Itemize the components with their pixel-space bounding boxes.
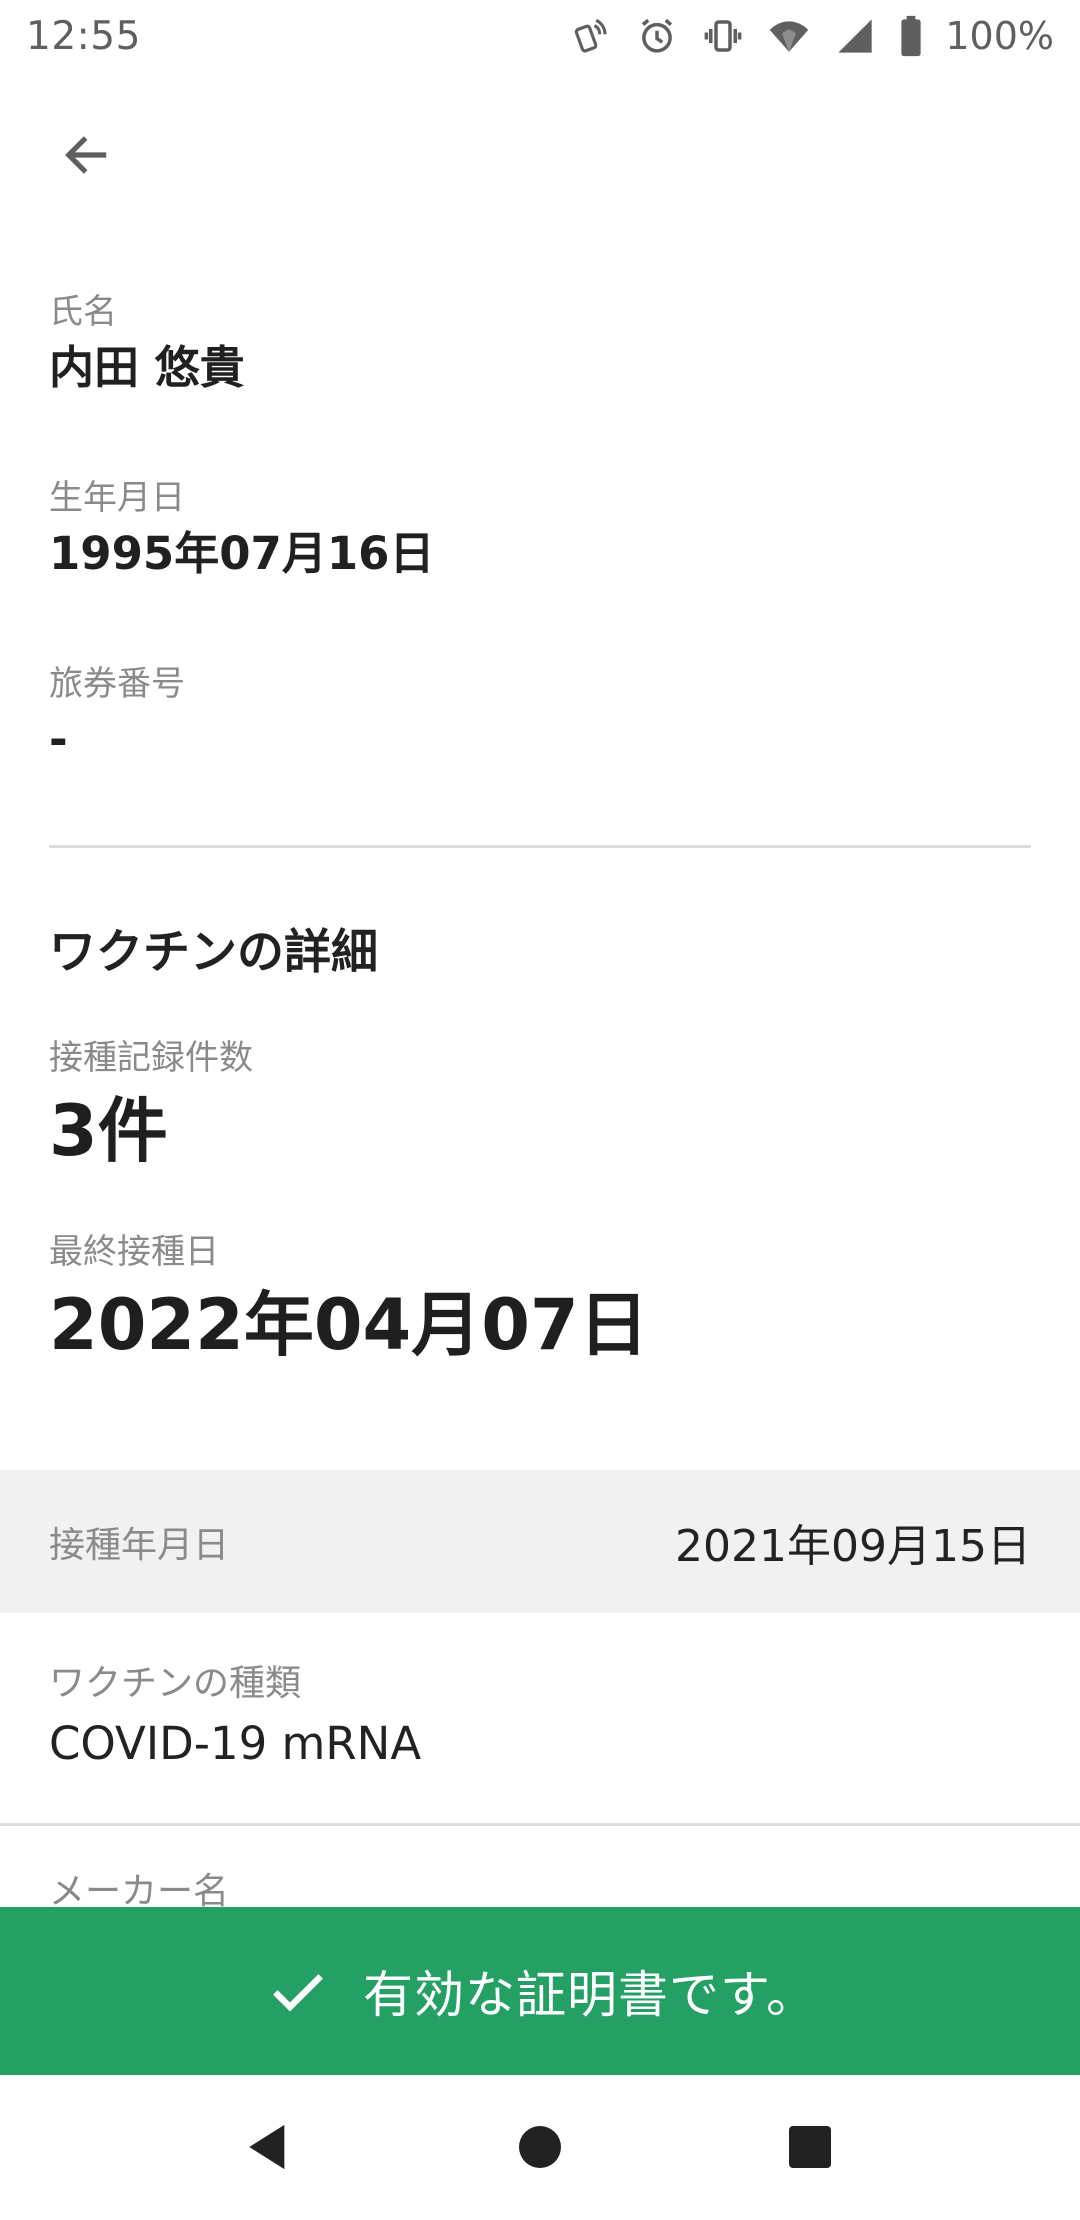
status-bar: 12:55 100%: [0, 0, 1080, 72]
vaccine-details-title: ワクチンの詳細: [49, 925, 378, 980]
dob-value: 1995年07月16日: [49, 527, 435, 580]
passport-field: 旅券番号 -: [49, 662, 1029, 770]
status-time: 12:55: [26, 13, 141, 59]
dob-field: 生年月日 1995年07月16日: [49, 476, 1029, 584]
nav-back-button[interactable]: [218, 2097, 318, 2197]
record-date-label: 接種年月日: [49, 1524, 230, 1566]
section-divider: [49, 845, 1031, 848]
last-vaccination-field: 最終接種日 2022年04月07日: [49, 1230, 1029, 1370]
name-label: 氏名: [49, 292, 117, 332]
name-field: 氏名 内田 悠貴: [49, 290, 1029, 398]
vaccine-type-value: COVID-19 mRNA: [49, 1717, 422, 1770]
vaccination-count-label: 接種記録件数: [49, 1038, 253, 1078]
screen: 12:55 100% 氏名 内田 悠貴 生年月日 1995年07月16日 旅券番…: [0, 0, 1080, 2220]
last-vaccination-label: 最終接種日: [49, 1232, 219, 1272]
vaccine-type-label: ワクチンの種類: [49, 1663, 302, 1704]
valid-certificate-banner: 有効な証明書です。: [0, 1907, 1080, 2075]
vaccine-type-field: ワクチンの種類 COVID-19 mRNA: [49, 1660, 1029, 1776]
record-date-value: 2021年09月15日: [675, 1520, 1031, 1572]
vaccination-count-field: 接種記録件数 3件: [49, 1036, 1029, 1176]
nav-recents-button[interactable]: [760, 2097, 860, 2197]
signal-icon: [831, 12, 879, 60]
wifi-icon: [765, 12, 813, 60]
home-circle-icon: [519, 2126, 561, 2168]
record-date-row: 接種年月日 2021年09月15日: [0, 1470, 1080, 1613]
check-icon: [263, 1956, 333, 2026]
status-icons: 100%: [567, 12, 1054, 60]
alarm-icon: [633, 12, 681, 60]
battery-icon: [897, 12, 925, 60]
nav-home-button[interactable]: [490, 2097, 590, 2197]
row-divider: [0, 1823, 1080, 1826]
last-vaccination-value: 2022年04月07日: [49, 1284, 649, 1366]
back-triangle-icon: [249, 2124, 285, 2170]
name-value: 内田 悠貴: [49, 341, 245, 394]
vibrate-icon: [699, 12, 747, 60]
passport-label: 旅券番号: [49, 664, 185, 704]
passport-value: -: [49, 713, 68, 766]
vaccination-count-value: 3件: [49, 1090, 168, 1172]
battery-percent: 100%: [945, 14, 1054, 58]
navigation-bar: [0, 2075, 1080, 2220]
valid-certificate-text: 有効な証明書です。: [363, 1966, 817, 2024]
arrow-back-icon: [65, 136, 107, 174]
recents-square-icon: [789, 2126, 831, 2168]
nfc-icon: [567, 12, 615, 60]
back-button[interactable]: [40, 110, 130, 200]
dob-label: 生年月日: [49, 478, 185, 518]
